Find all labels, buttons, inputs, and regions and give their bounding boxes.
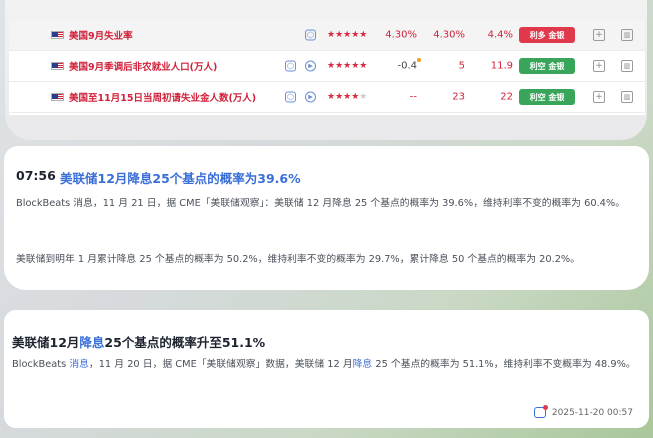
forecast-value: 5 [458,60,465,72]
econ-row[interactable]: 美国至11月15日当周初请失业金人数(万人) ⬡ ▶ ★★★★★ -- 23 2… [9,82,645,113]
event-name: 美国至11月15日当周初请失业金人数(万人) [69,93,257,104]
previous-value: 4.4% [487,29,513,41]
event-name: 美国9月季调后非农就业人口(万人) [69,62,218,73]
share-icon[interactable] [533,405,548,418]
news-card[interactable]: 07:56 美联储12月降息25个基点的概率为39.6% BlockBeats … [4,146,649,290]
chart-icon[interactable]: ▥ [621,29,633,41]
econ-row[interactable]: 美国9月失业率 ⬡ ★★★★★ 4.30% 4.30% 4.4% 利多 金银 +… [9,20,645,51]
news-footer: 2025-11-20 00:57 [533,405,633,418]
cube-icon[interactable]: ⬡ [285,91,296,103]
importance-stars: ★★★★★ [327,30,368,40]
flag-us-icon [51,62,64,70]
event-name: 美国9月失业率 [69,31,133,42]
news-headline[interactable]: 美联储12月降息25个基点的概率为39.6% [60,168,301,187]
forecast-value: 23 [452,91,465,103]
play-icon[interactable]: ▶ [305,60,316,72]
impact-badge: 利空 金银 [519,89,575,105]
flag-us-icon [51,93,64,101]
cube-icon[interactable]: ⬡ [305,29,316,41]
actual-value: -0.4 [397,60,417,72]
chart-icon[interactable]: ▥ [621,60,633,72]
plus-icon[interactable]: + [593,91,605,103]
econ-table: 美国9月失业率 ⬡ ★★★★★ 4.30% 4.30% 4.4% 利多 金银 +… [9,20,645,115]
econ-row[interactable]: 美国9月季调后非农就业人口(万人) ⬡ ▶ ★★★★★ -0.4 5 11.9 … [9,51,645,82]
news-body: BlockBeats 消息，11 月 20 日，据 CME「美联储观察」数据，美… [12,359,636,370]
news-time: 07:56 [16,168,56,183]
impact-badge: 利多 金银 [519,27,575,43]
flag-us-icon [51,31,64,39]
news-paragraph: BlockBeats 消息，11 月 21 日，据 CME「美联储观察」：美联储… [16,198,626,209]
play-icon[interactable]: ▶ [305,91,316,103]
chart-icon[interactable]: ▥ [621,91,633,103]
plus-icon[interactable]: + [593,60,605,72]
news-card[interactable]: 美联储12月降息25个基点的概率升至51.1% BlockBeats 消息，11… [4,310,649,428]
impact-badge: 利空 金银 [519,58,575,74]
actual-value: 4.30% [385,29,417,41]
forecast-value: 4.30% [433,29,465,41]
actual-value: -- [409,91,417,103]
news-headline[interactable]: 美联储12月降息25个基点的概率升至51.1% [12,332,265,351]
importance-stars: ★★★★★ [327,92,368,102]
news-paragraph: 美联储到明年 1 月累计降息 25 个基点的概率为 50.2%，维持利率不变的概… [16,254,581,265]
cube-icon[interactable]: ⬡ [285,60,296,72]
revision-dot [417,58,421,62]
importance-stars: ★★★★★ [327,61,368,71]
plus-icon[interactable]: + [593,29,605,41]
previous-value: 11.9 [490,60,513,72]
previous-value: 22 [500,91,513,103]
news-timestamp: 2025-11-20 00:57 [551,407,633,418]
econ-calendar-card: 美国9月失业率 ⬡ ★★★★★ 4.30% 4.30% 4.4% 利多 金银 +… [5,0,647,140]
